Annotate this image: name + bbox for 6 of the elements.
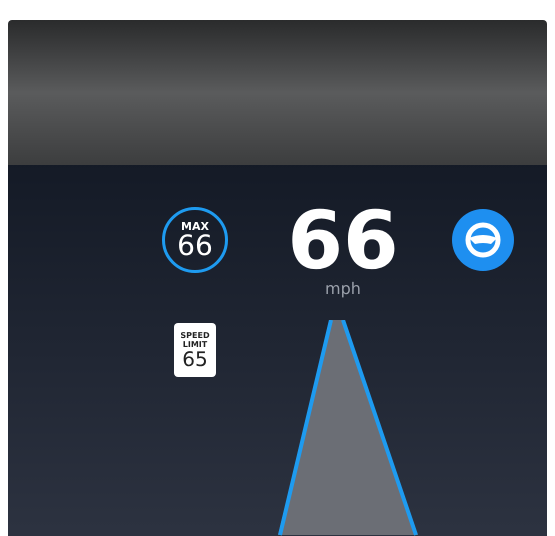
speed-limit-label: SPEED LIMIT — [180, 331, 210, 349]
max-label: MAX — [181, 220, 209, 232]
speed-limit-value: 65 — [182, 349, 208, 369]
max-speed-value: 66 — [177, 232, 213, 260]
speed-unit: mph — [325, 281, 361, 297]
speed-value: 66 — [287, 201, 399, 281]
